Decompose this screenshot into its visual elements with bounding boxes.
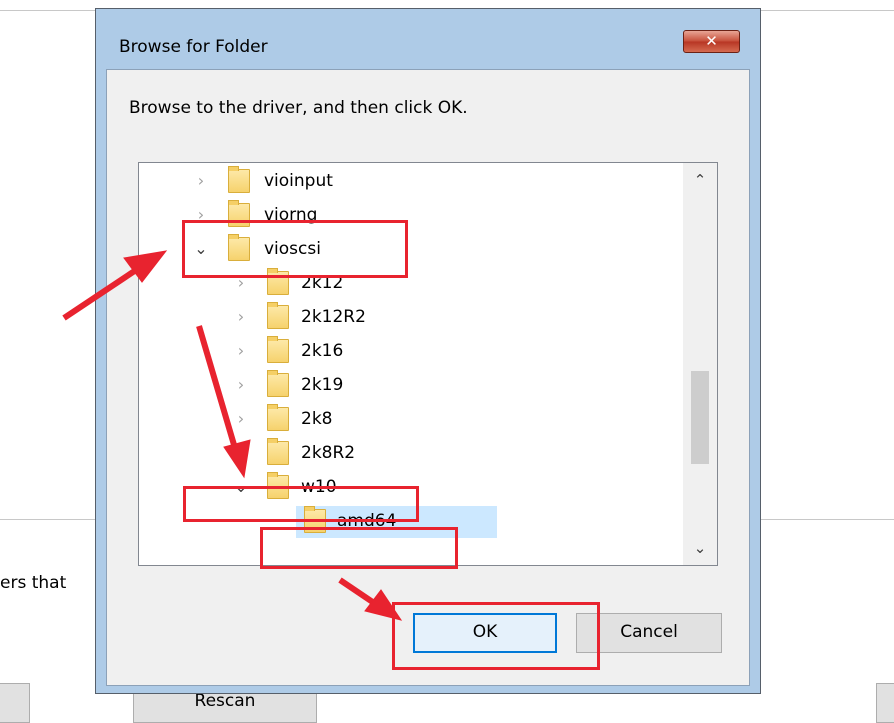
arrow-to-ok-head bbox=[364, 589, 403, 621]
arrow-to-w10-head bbox=[223, 439, 251, 479]
arrow-to-vioscsi bbox=[62, 261, 147, 321]
arrow-to-w10 bbox=[196, 325, 240, 456]
annotation-arrows bbox=[62, 250, 403, 621]
